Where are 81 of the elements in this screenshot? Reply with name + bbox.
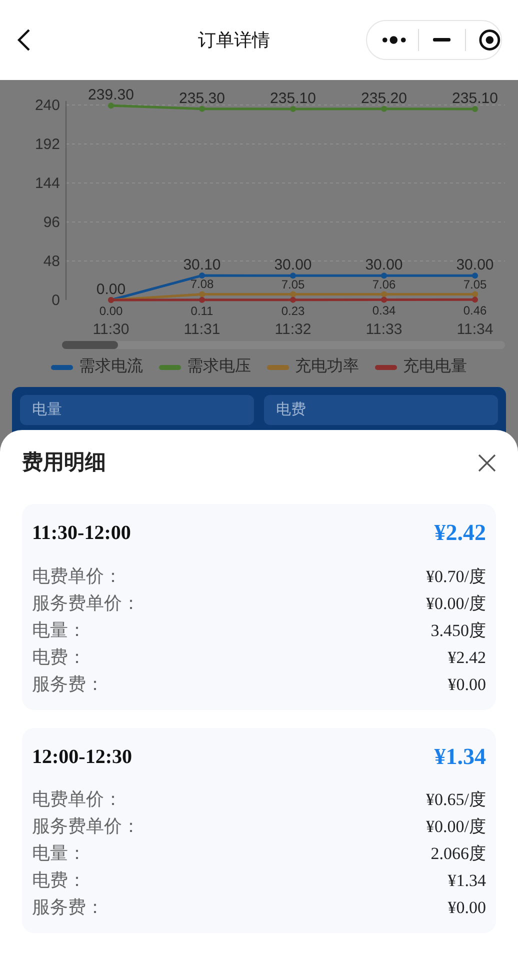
fee-label: 服务费： <box>32 896 104 919</box>
x-tick-label: 11:32 <box>274 321 312 338</box>
data-point <box>199 272 205 279</box>
y-tick-label: 192 <box>34 136 60 153</box>
fee-value: ¥1.34 <box>448 870 486 892</box>
zoom-handle[interactable] <box>62 341 118 349</box>
data-label: 7.08 <box>190 277 214 292</box>
fee-label: 电费单价： <box>32 564 122 588</box>
fee-label: 电量： <box>32 618 86 642</box>
data-label: 7.06 <box>372 277 396 292</box>
y-tick-label: 0 <box>52 292 60 309</box>
legend-label[interactable]: 需求电流 <box>79 355 143 379</box>
page-title: 订单详情 <box>198 28 270 52</box>
legend-label[interactable]: 需求电压 <box>187 355 251 379</box>
fee-value: ¥0.00 <box>448 674 486 696</box>
close-target-icon[interactable] <box>478 28 501 52</box>
fee-value: ¥0.65/度 <box>426 789 486 811</box>
fee-label: 电费： <box>32 646 86 668</box>
legend-label[interactable]: 充电电量 <box>403 355 467 379</box>
period-total: ¥1.34 <box>434 742 486 770</box>
data-label: 235.20 <box>361 90 407 107</box>
x-tick-label: 11:33 <box>366 321 402 338</box>
y-tick-label: 144 <box>34 175 60 192</box>
fee-value: ¥0.00/度 <box>426 816 486 838</box>
fee-label: 电费： <box>32 869 86 892</box>
data-label: 0.00 <box>96 281 126 298</box>
period-time: 12:00-12:30 <box>32 744 132 770</box>
data-point <box>381 272 387 279</box>
data-label: 30.00 <box>365 256 403 274</box>
period-time: 11:30-12:00 <box>32 521 131 546</box>
fee-value: 3.450度 <box>430 620 486 642</box>
data-point <box>290 272 296 279</box>
data-label: 235.10 <box>270 90 316 107</box>
fee-value: ¥0.70/度 <box>426 566 486 588</box>
fee-value: 2.066度 <box>430 843 486 865</box>
data-label: 239.30 <box>88 86 134 104</box>
summary-label: 电费 <box>276 401 306 418</box>
fee-value: ¥2.42 <box>448 646 486 668</box>
data-label: 0.23 <box>281 304 305 318</box>
data-point <box>290 106 296 112</box>
y-tick-label: 96 <box>43 214 60 231</box>
data-label: 30.10 <box>183 256 221 274</box>
summary-label: 电量 <box>32 401 62 418</box>
y-tick-label: 240 <box>34 97 60 114</box>
data-label: 7.05 <box>463 277 487 292</box>
data-label: 0.34 <box>372 304 396 318</box>
fee-label: 服务费： <box>32 672 104 696</box>
minimize-icon[interactable] <box>433 38 451 42</box>
data-label: 30.00 <box>456 256 494 274</box>
data-label: 235.30 <box>179 90 225 107</box>
period-total: ¥2.42 <box>434 519 486 547</box>
data-point <box>108 102 114 109</box>
data-label: 0.46 <box>463 304 487 318</box>
legend-label[interactable]: 充电功率 <box>295 355 359 379</box>
x-tick-label: 11:34 <box>456 321 494 338</box>
more-icon[interactable] <box>381 36 408 44</box>
fee-label: 电量： <box>32 842 86 865</box>
fee-label: 服务费单价： <box>32 815 140 838</box>
data-point <box>381 106 387 112</box>
data-label: 0.00 <box>99 304 123 318</box>
x-tick-label: 11:30 <box>92 321 130 338</box>
legend-swatch <box>51 364 73 370</box>
y-tick-label: 48 <box>43 253 60 270</box>
data-label: 7.05 <box>281 277 305 292</box>
x-tick-label: 11:31 <box>184 321 220 338</box>
data-point <box>199 106 205 112</box>
close-icon[interactable] <box>478 454 496 472</box>
legend-swatch <box>159 364 181 370</box>
back-icon[interactable] <box>16 28 32 52</box>
data-label: 30.00 <box>274 256 312 274</box>
data-point <box>472 106 478 112</box>
data-label: 0.11 <box>190 304 214 318</box>
data-label: 235.10 <box>452 90 498 107</box>
fee-value: ¥0.00 <box>448 897 486 919</box>
fee-value: ¥0.00/度 <box>426 592 486 614</box>
fee-label: 服务费单价： <box>32 592 140 614</box>
legend-swatch <box>375 364 397 370</box>
legend-swatch <box>267 364 289 370</box>
fee-label: 电费单价： <box>32 788 122 811</box>
sheet-title: 费用明细 <box>22 450 106 476</box>
data-point <box>472 272 478 279</box>
